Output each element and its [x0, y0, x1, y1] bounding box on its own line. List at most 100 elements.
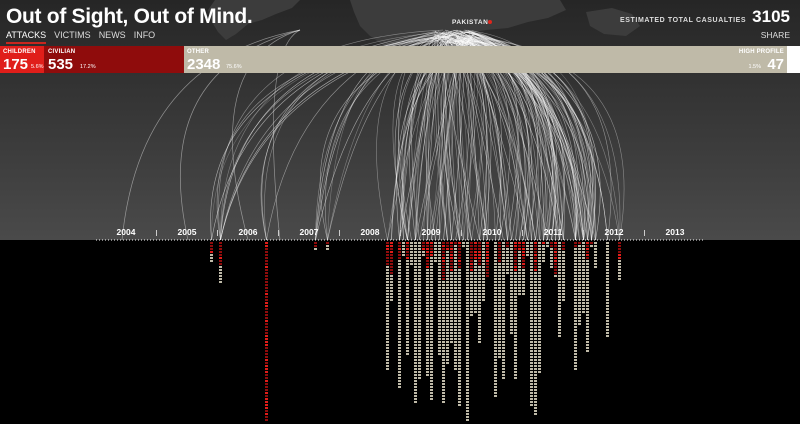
- casualty-stack[interactable]: [386, 242, 389, 370]
- casualty-mark: [466, 335, 469, 337]
- casualty-mark: [502, 263, 505, 265]
- casualty-mark: [466, 242, 469, 244]
- casualty-mark: [414, 281, 417, 283]
- casualty-mark: [534, 323, 537, 325]
- casualty-mark: [454, 266, 457, 268]
- casualty-mark: [534, 350, 537, 352]
- casualty-mark: [586, 242, 589, 244]
- casualty-mark: [494, 353, 497, 355]
- casualty-stack[interactable]: [574, 242, 577, 370]
- casualty-mark: [466, 320, 469, 322]
- casualty-mark: [418, 260, 421, 262]
- casualty-mark: [538, 362, 541, 364]
- nav-attacks[interactable]: ATTACKS: [6, 30, 47, 44]
- casualty-mark: [430, 248, 433, 250]
- nav-victims[interactable]: VICTIMS: [54, 30, 91, 44]
- casualty-mark: [558, 335, 561, 337]
- casualty-stack[interactable]: [542, 242, 545, 262]
- casualty-mark: [446, 359, 449, 361]
- casualty-stack[interactable]: [446, 242, 449, 364]
- casualty-mark: [430, 335, 433, 337]
- breakdown-other[interactable]: OTHER 2348 75.6% HIGH PROFILE 1.5% 47: [184, 46, 787, 73]
- casualty-mark: [582, 266, 585, 268]
- casualty-mark: [574, 353, 577, 355]
- casualty-mark: [398, 311, 401, 313]
- casualty-mark: [410, 257, 413, 259]
- casualty-mark: [426, 362, 429, 364]
- casualty-mark: [398, 284, 401, 286]
- casualty-mark: [454, 299, 457, 301]
- casualty-mark: [442, 269, 445, 271]
- casualty-stack[interactable]: [434, 242, 437, 262]
- casualty-stack[interactable]: [458, 242, 461, 406]
- casualty-mark: [414, 293, 417, 295]
- casualty-stack[interactable]: [530, 242, 533, 406]
- casualty-mark: [562, 266, 565, 268]
- breakdown-children[interactable]: CHILDREN 175 5.6%: [0, 46, 44, 73]
- casualty-stack[interactable]: [510, 242, 513, 334]
- casualty-stack[interactable]: [210, 242, 213, 262]
- casualty-mark: [418, 344, 421, 346]
- casualty-mark: [442, 314, 445, 316]
- casualty-mark: [534, 359, 537, 361]
- casualty-stack[interactable]: [314, 242, 317, 250]
- casualty-mark: [446, 332, 449, 334]
- casualty-stack[interactable]: [398, 242, 401, 388]
- casualty-stack[interactable]: [326, 242, 329, 250]
- casualty-mark: [450, 293, 453, 295]
- casualty-mark: [498, 323, 501, 325]
- casualty-mark: [446, 317, 449, 319]
- casualty-mark: [586, 287, 589, 289]
- casualty-mark: [458, 359, 461, 361]
- casualty-mark: [486, 266, 489, 268]
- nav-news[interactable]: NEWS: [99, 30, 126, 44]
- casualty-mark: [426, 296, 429, 298]
- casualty-mark: [530, 272, 533, 274]
- casualty-mark: [430, 341, 433, 343]
- nav-info[interactable]: INFO: [134, 30, 156, 44]
- casualty-mark: [538, 335, 541, 337]
- casualty-mark: [398, 299, 401, 301]
- casualty-mark: [594, 257, 597, 259]
- casualty-mark: [594, 242, 597, 244]
- casualty-mark: [514, 344, 517, 346]
- casualty-mark: [494, 275, 497, 277]
- breakdown-high-profile[interactable]: [787, 46, 800, 73]
- casualty-mark: [558, 269, 561, 271]
- casualty-mark: [502, 260, 505, 262]
- casualty-mark: [502, 278, 505, 280]
- casualty-mark: [574, 272, 577, 274]
- casualty-mark: [466, 401, 469, 403]
- casualty-stack[interactable]: [586, 242, 589, 352]
- casualty-mark: [574, 245, 577, 247]
- casualty-mark: [538, 347, 541, 349]
- casualty-stack[interactable]: [506, 242, 509, 274]
- casualty-mark: [470, 266, 473, 268]
- casualty-stack[interactable]: [454, 242, 457, 370]
- casualty-mark: [438, 329, 441, 331]
- casualty-mark: [418, 317, 421, 319]
- casualty-mark: [534, 407, 537, 409]
- casualty-mark: [482, 263, 485, 265]
- casualty-stack[interactable]: [594, 242, 597, 268]
- casualty-mark: [450, 254, 453, 256]
- casualty-mark: [578, 251, 581, 253]
- casualty-mark: [506, 263, 509, 265]
- casualty-mark: [414, 374, 417, 376]
- casualty-mark: [466, 395, 469, 397]
- casualty-mark: [558, 329, 561, 331]
- breakdown-civilian[interactable]: CIVILIAN 535 17.2%: [44, 46, 184, 73]
- casualty-mark: [586, 344, 589, 346]
- casualty-mark: [486, 257, 489, 259]
- casualty-stack[interactable]: [550, 242, 553, 268]
- casualty-mark: [414, 278, 417, 280]
- casualty-mark: [406, 350, 409, 352]
- casualty-mark: [438, 269, 441, 271]
- casualty-mark: [478, 293, 481, 295]
- casualty-mark: [578, 290, 581, 292]
- share-button[interactable]: SHARE: [761, 30, 790, 40]
- casualty-mark: [454, 278, 457, 280]
- casualty-mark: [578, 314, 581, 316]
- casualty-mark: [554, 266, 557, 268]
- casualty-mark: [418, 311, 421, 313]
